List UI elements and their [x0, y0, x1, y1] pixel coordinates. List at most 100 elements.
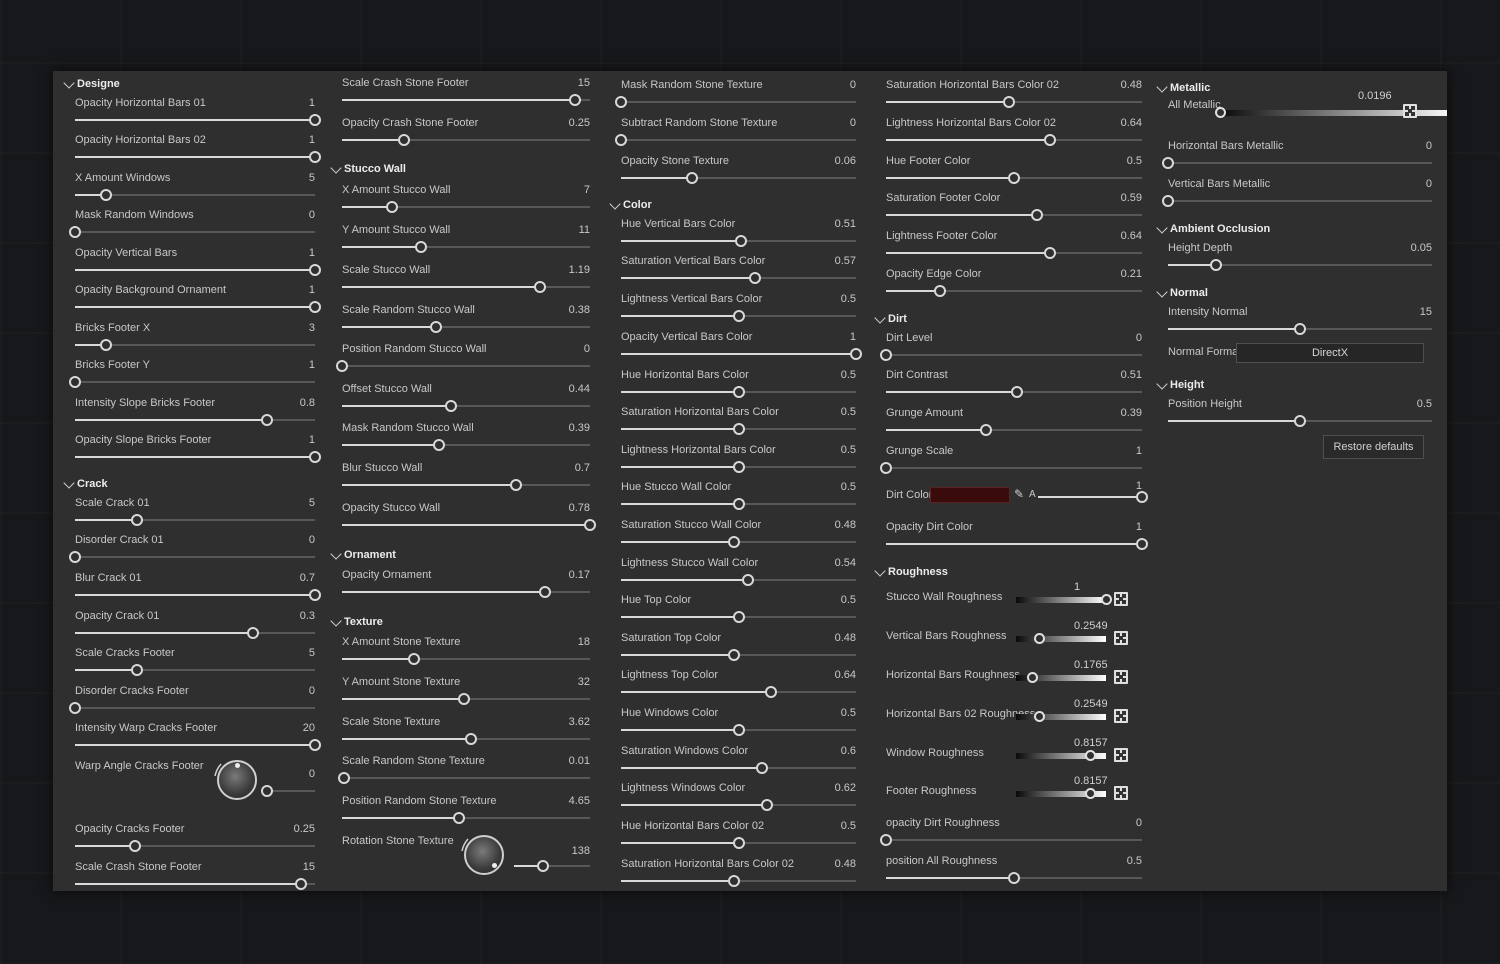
eyedropper-icon[interactable]: ✎: [1014, 487, 1024, 501]
slider-handle[interactable]: [727, 649, 740, 661]
gradient-slider[interactable]: [1016, 711, 1106, 722]
slider-handle[interactable]: [1136, 491, 1148, 503]
slider-track[interactable]: [75, 514, 315, 526]
slider-handle[interactable]: [765, 686, 778, 698]
slider-track[interactable]: [1162, 195, 1432, 207]
slider-track[interactable]: [75, 414, 315, 426]
section-header-roughness[interactable]: Roughness: [874, 565, 1146, 583]
slider-handle[interactable]: [880, 349, 892, 361]
slider-handle[interactable]: [407, 653, 420, 665]
slider-track[interactable]: [621, 235, 856, 247]
slider-track[interactable]: [342, 94, 590, 106]
slider-handle[interactable]: [1101, 594, 1112, 605]
gradient-slider[interactable]: [1016, 672, 1106, 683]
slider-handle[interactable]: [1294, 415, 1306, 427]
section-header-designe[interactable]: Designe: [63, 77, 319, 95]
slider-handle[interactable]: [615, 134, 627, 146]
slider-handle[interactable]: [69, 702, 81, 714]
texture-map-icon[interactable]: [1114, 592, 1128, 606]
slider-handle[interactable]: [850, 348, 862, 360]
slider-track[interactable]: [75, 264, 321, 276]
slider-handle[interactable]: [1084, 788, 1096, 799]
slider-track[interactable]: [342, 439, 590, 451]
section-header-color[interactable]: Color: [609, 198, 860, 216]
slider-handle[interactable]: [452, 812, 465, 824]
slider-track[interactable]: [621, 649, 856, 661]
slider-track[interactable]: [75, 151, 321, 163]
slider-track[interactable]: [621, 386, 856, 398]
restore-defaults-button[interactable]: Restore defaults: [1323, 435, 1424, 459]
slider-handle[interactable]: [1033, 711, 1045, 722]
texture-map-icon[interactable]: [1114, 670, 1128, 684]
slider-handle[interactable]: [432, 439, 445, 451]
slider-track[interactable]: [342, 321, 590, 333]
slider-track[interactable]: [75, 301, 321, 313]
normal-format-select[interactable]: DirectX: [1236, 343, 1424, 363]
slider-handle[interactable]: [1008, 172, 1020, 184]
slider-handle[interactable]: [1043, 247, 1056, 259]
slider-track[interactable]: [336, 360, 590, 372]
slider-handle[interactable]: [880, 462, 892, 474]
slider-track[interactable]: [342, 281, 590, 293]
slider-handle[interactable]: [539, 586, 552, 598]
slider-handle[interactable]: [309, 301, 321, 313]
slider-track[interactable]: [75, 114, 321, 126]
slider-track[interactable]: [886, 96, 1142, 108]
slider-handle[interactable]: [685, 172, 698, 184]
slider-track[interactable]: [621, 348, 862, 360]
slider-track[interactable]: [886, 209, 1142, 221]
slider-handle[interactable]: [760, 799, 773, 811]
slider-track[interactable]: [621, 837, 856, 849]
slider-track[interactable]: [621, 611, 856, 623]
slider-handle[interactable]: [1033, 633, 1045, 644]
color-swatch[interactable]: [930, 487, 1010, 503]
slider-handle[interactable]: [727, 536, 740, 548]
slider-track[interactable]: [621, 875, 856, 887]
slider-track[interactable]: [342, 519, 596, 531]
alpha-slider[interactable]: [1038, 491, 1148, 503]
slider-handle[interactable]: [732, 724, 745, 736]
slider-handle[interactable]: [732, 498, 745, 510]
slider-track[interactable]: [621, 799, 856, 811]
slider-track[interactable]: [886, 247, 1142, 259]
slider-handle[interactable]: [129, 840, 141, 852]
slider-track[interactable]: [1168, 415, 1432, 427]
slider-track[interactable]: [342, 812, 590, 824]
slider-handle[interactable]: [261, 785, 273, 797]
slider-handle[interactable]: [100, 339, 113, 351]
slider-track[interactable]: [342, 586, 590, 598]
slider-track[interactable]: [75, 451, 321, 463]
slider-track[interactable]: [886, 134, 1142, 146]
slider-track[interactable]: [1162, 157, 1432, 169]
slider-handle[interactable]: [732, 386, 745, 398]
slider-track[interactable]: [615, 96, 856, 108]
slider-handle[interactable]: [309, 114, 321, 126]
slider-handle[interactable]: [732, 611, 745, 623]
slider-track[interactable]: [342, 693, 590, 705]
slider-track[interactable]: [621, 536, 856, 548]
slider-handle[interactable]: [336, 360, 348, 372]
section-header-crack[interactable]: Crack: [63, 477, 319, 495]
slider-track[interactable]: [75, 627, 315, 639]
slider-handle[interactable]: [748, 272, 761, 284]
slider-handle[interactable]: [1294, 323, 1306, 335]
slider-track[interactable]: [342, 201, 590, 213]
slider-track[interactable]: [886, 538, 1148, 550]
slider-track[interactable]: [621, 762, 856, 774]
slider-handle[interactable]: [309, 589, 321, 601]
slider-handle[interactable]: [584, 519, 596, 531]
slider-handle[interactable]: [100, 189, 113, 201]
gradient-slider[interactable]: [1016, 750, 1106, 761]
slider-track[interactable]: [880, 834, 1142, 846]
slider-handle[interactable]: [309, 264, 321, 276]
slider-handle[interactable]: [933, 285, 946, 297]
section-header-stucco-wall[interactable]: Stucco Wall: [330, 162, 594, 180]
slider-handle[interactable]: [1162, 157, 1174, 169]
slider-handle[interactable]: [294, 878, 307, 890]
slider-track[interactable]: [621, 423, 856, 435]
slider-handle[interactable]: [309, 451, 321, 463]
slider-track[interactable]: [880, 349, 1142, 361]
slider-handle[interactable]: [1162, 195, 1174, 207]
texture-map-icon[interactable]: [1403, 104, 1417, 118]
slider-track[interactable]: [880, 462, 1142, 474]
